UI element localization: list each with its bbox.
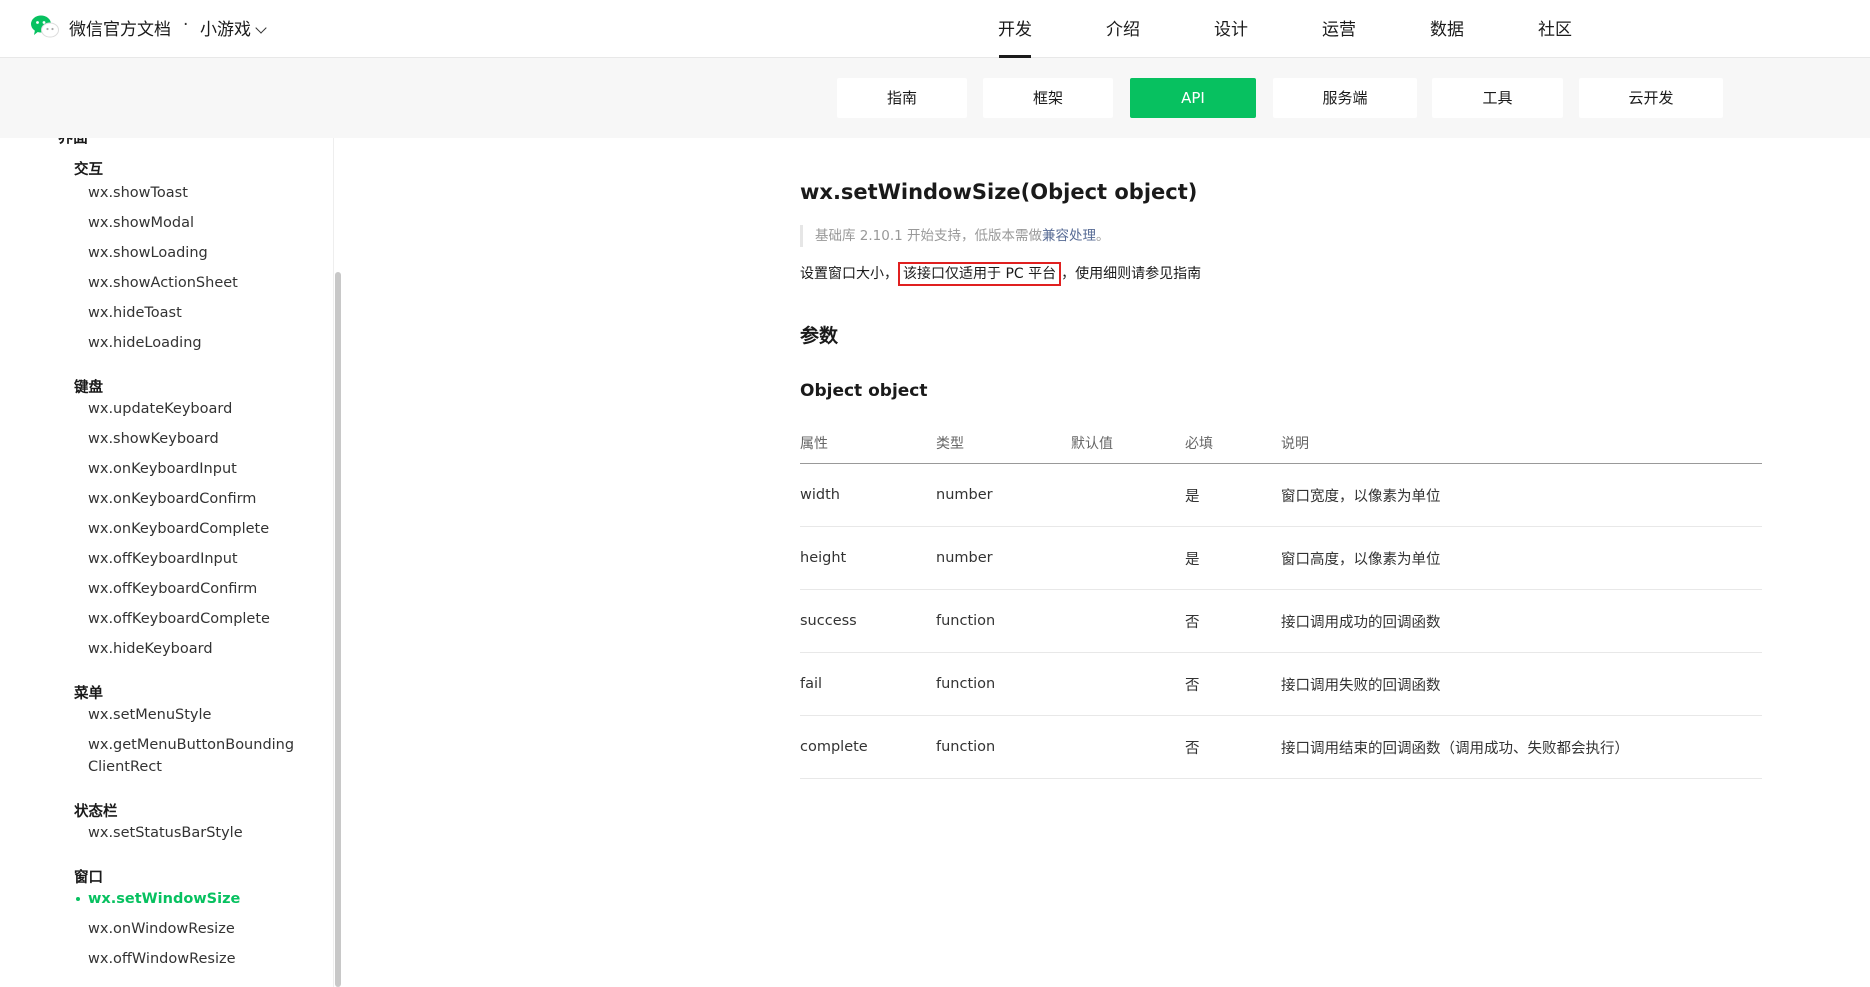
subnav-cloud[interactable]: 云开发 [1579,78,1723,118]
sidebar-item-showKeyboard[interactable]: wx.showKeyboard [88,428,219,450]
nav-operation[interactable]: 运营 [1309,15,1369,40]
product-dropdown[interactable]: 小游戏 [200,15,267,40]
sidebar-item-offWindowResize[interactable]: wx.offWindowResize [88,948,236,970]
cell-required: 否 [1185,715,1281,779]
nav-intro[interactable]: 介绍 [1093,15,1153,40]
cell-description: 窗口高度，以像素为单位 [1281,526,1762,590]
subnav-api[interactable]: API [1130,78,1256,118]
sidebar-item-hideLoading[interactable]: wx.hideLoading [88,332,202,354]
desc-middle: ，使用细则请参见 [1061,266,1174,282]
sidebar-group-statusbar[interactable]: 状态栏 [74,800,118,821]
sidebar-item-hideToast[interactable]: wx.hideToast [88,302,182,324]
col-header-description: 说明 [1281,423,1762,464]
sidebar-item-onWindowResize[interactable]: wx.onWindowResize [88,918,235,940]
table-row: height number 是 窗口高度，以像素为单位 [800,526,1762,590]
sidebar-item-setWindowSize[interactable]: wx.setWindowSize [75,888,240,910]
params-heading: 参数 [800,325,839,347]
sidebar-item-onKeyboardInput[interactable]: wx.onKeyboardInput [88,458,237,480]
subnav-tools[interactable]: 工具 [1432,78,1563,118]
nav-design[interactable]: 设计 [1201,15,1261,40]
sidebar-group-menu[interactable]: 菜单 [74,682,103,703]
cell-required: 是 [1185,463,1281,527]
cell-type: function [936,715,1071,779]
col-header-required: 必填 [1185,423,1281,464]
page-title: wx.setWindowSize(Object object) [800,180,1198,204]
sidebar-item-showActionSheet[interactable]: wx.showActionSheet [88,272,238,294]
subnav-framework[interactable]: 框架 [983,78,1113,118]
sidebar-item-showModal[interactable]: wx.showModal [88,212,194,234]
table-header-row: 属性 类型 默认值 必填 说明 [800,423,1762,464]
cell-type: function [936,652,1071,716]
params-table: 属性 类型 默认值 必填 说明 width number 是 窗口宽度，以像素为… [800,423,1762,779]
cell-property: success [800,589,936,653]
cell-default [1071,589,1185,653]
col-header-property: 属性 [800,423,936,464]
cell-type: number [936,463,1071,527]
cell-property: complete [800,715,936,779]
sidebar-item-showLoading[interactable]: wx.showLoading [88,242,208,264]
cell-property: fail [800,652,936,716]
brand-separator: · [183,15,189,35]
sidebar-divider [333,138,334,987]
nav-develop[interactable]: 开发 [985,15,1045,58]
subnav-server[interactable]: 服务端 [1273,78,1417,118]
sidebar-group-window[interactable]: 窗口 [74,866,103,887]
sidebar-heading-interface[interactable]: 界面 [58,138,88,147]
cell-description: 接口调用成功的回调函数 [1281,589,1762,653]
cell-default [1071,652,1185,716]
cell-type: function [936,589,1071,653]
chevron-down-icon [255,22,267,34]
sidebar-item-setStatusBarStyle[interactable]: wx.setStatusBarStyle [88,822,243,844]
cell-property: height [800,526,936,590]
pc-only-highlight: 该接口仅适用于 PC 平台 [898,262,1062,286]
guide-link[interactable]: 指南 [1173,266,1201,282]
sidebar-item-onKeyboardConfirm[interactable]: wx.onKeyboardConfirm [88,488,256,510]
sidebar-item-getMenuButtonBoundingClientRect[interactable]: wx.getMenuButtonBoundingClientRect [88,734,303,778]
api-description: 设置窗口大小， 该接口仅适用于 PC 平台 ，使用细则请参见指南 [800,262,1201,286]
since-note-suffix: 。 [1096,228,1110,244]
cell-type: number [936,526,1071,590]
sidebar-group-keyboard[interactable]: 键盘 [74,376,103,397]
cell-description: 窗口宽度，以像素为单位 [1281,463,1762,527]
nav-community[interactable]: 社区 [1525,15,1585,40]
cell-property: width [800,463,936,527]
desc-prefix: 设置窗口大小， [800,266,898,282]
cell-required: 是 [1185,526,1281,590]
table-row: fail function 否 接口调用失败的回调函数 [800,652,1762,716]
sidebar-item-updateKeyboard[interactable]: wx.updateKeyboard [88,398,232,420]
col-header-default: 默认值 [1071,423,1185,464]
sidebar-item-hideKeyboard[interactable]: wx.hideKeyboard [88,638,213,660]
sidebar-item-showToast[interactable]: wx.showToast [88,182,188,204]
sidebar-item-setMenuStyle[interactable]: wx.setMenuStyle [88,704,211,726]
sidebar-group-interaction[interactable]: 交互 [74,158,103,179]
wechat-logo-icon[interactable] [30,13,60,41]
table-row: complete function 否 接口调用结束的回调函数（调用成功、失败都… [800,715,1762,779]
cell-description: 接口调用结束的回调函数（调用成功、失败都会执行） [1281,715,1762,779]
object-heading: Object object [800,381,928,401]
top-header: 微信官方文档 · 小游戏 开发 介绍 设计 运营 数据 社区 [0,0,1870,58]
sidebar-item-offKeyboardComplete[interactable]: wx.offKeyboardComplete [88,608,270,630]
sidebar-item-onKeyboardComplete[interactable]: wx.onKeyboardComplete [88,518,269,540]
brand-title[interactable]: 微信官方文档 [69,15,171,40]
cell-default [1071,526,1185,590]
since-note-text: 基础库 2.10.1 开始支持，低版本需做 [815,228,1043,244]
cell-description: 接口调用失败的回调函数 [1281,652,1762,716]
table-row: success function 否 接口调用成功的回调函数 [800,589,1762,653]
sidebar-item-offKeyboardInput[interactable]: wx.offKeyboardInput [88,548,238,570]
compat-link[interactable]: 兼容处理 [1042,228,1096,244]
product-label: 小游戏 [200,20,251,40]
sidebar: 界面 交互 wx.showToast wx.showModal wx.showL… [58,138,333,987]
nav-data[interactable]: 数据 [1417,15,1477,40]
since-version-note: 基础库 2.10.1 开始支持，低版本需做兼容处理。 [800,225,1110,247]
table-row: width number 是 窗口宽度，以像素为单位 [800,463,1762,527]
sidebar-item-offKeyboardConfirm[interactable]: wx.offKeyboardConfirm [88,578,257,600]
sidebar-scrollbar[interactable] [335,272,341,987]
col-header-type: 类型 [936,423,1071,464]
sub-nav-bar: 指南 框架 API 服务端 工具 云开发 [0,58,1870,138]
cell-required: 否 [1185,652,1281,716]
cell-required: 否 [1185,589,1281,653]
subnav-guide[interactable]: 指南 [837,78,967,118]
cell-default [1071,463,1185,527]
cell-default [1071,715,1185,779]
